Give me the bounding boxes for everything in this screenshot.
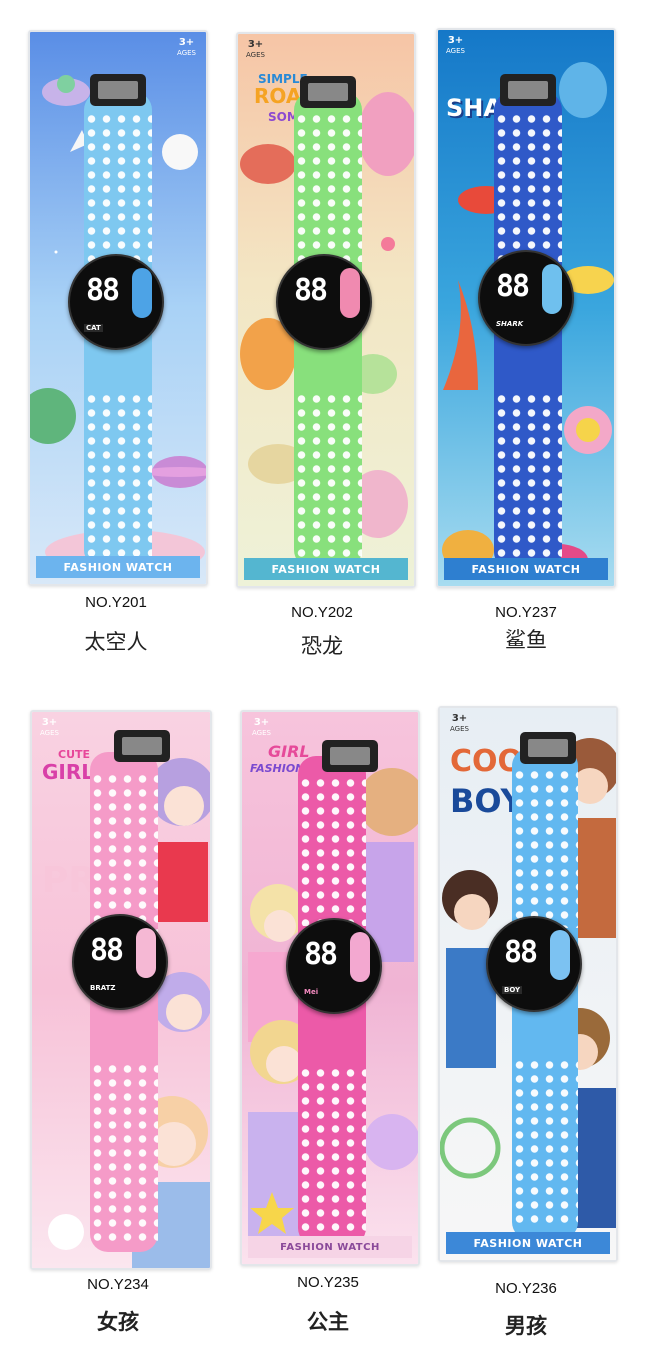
age-badge: 3+ AGES (177, 37, 196, 58)
watch-digits: 88 (504, 935, 538, 970)
watch-buckle (520, 732, 576, 764)
product-name: 恐龙 (301, 634, 343, 658)
sea-creature-icon (559, 62, 607, 118)
watch-digits: 88 (304, 937, 338, 972)
age-badge: 3+ AGES (446, 35, 465, 56)
watch-face: 88 (276, 254, 372, 350)
product-card-y234[interactable]: PRE CUTE GIRL 3+ AGES 88 BRATZ (30, 710, 212, 1270)
product-name: 男孩 (505, 1314, 547, 1338)
bunny-icon (48, 1214, 84, 1250)
watch-face: 88 BRATZ (72, 914, 168, 1010)
product-card-y237[interactable]: SHARK 3+ AGES 88 SHARK FASHION WATCH (436, 28, 616, 588)
product-name: 女孩 (97, 1310, 139, 1334)
fashion-watch-banner: FASHION WATCH (444, 558, 608, 580)
watch-buckle (322, 740, 378, 772)
product-name: 太空人 (84, 630, 148, 654)
watch-digits: 88 (86, 273, 120, 308)
model-number: NO.Y202 (291, 604, 353, 621)
watch-digits: 88 (294, 273, 328, 308)
face-logo: CAT (84, 324, 103, 332)
face-logo: BRATZ (90, 984, 116, 992)
model-number: NO.Y237 (495, 604, 557, 621)
watch-buckle (500, 74, 556, 106)
product-card-y236[interactable]: COOL BOY 3+ AGES 88 BOY FASHION WATCH (438, 706, 618, 1262)
product-name: 鲨鱼 (505, 628, 547, 652)
watch-face: 88 SHARK (478, 250, 574, 346)
watch-digits: 88 (90, 933, 124, 968)
watch-face: 88 BOY (486, 916, 582, 1012)
fashion-watch-banner: FASHION WATCH (244, 558, 408, 580)
mushroom-icon (240, 144, 296, 184)
model-number: NO.Y235 (297, 1274, 359, 1291)
product-card-y202[interactable]: SIMPLE ROAR SOME 3+ AGES 88 FASHION WATCH (236, 32, 416, 588)
model-number: NO.Y234 (87, 1276, 149, 1293)
watch-face: 88 Mei (286, 918, 382, 1014)
product-card-y235[interactable]: GIRL FASHIONABLE 3+ AGES 88 Mei FASHION W… (240, 710, 420, 1266)
title-girl: GIRL (42, 760, 95, 784)
face-logo: Mei (304, 988, 319, 996)
watch-face: 88 CAT (68, 254, 164, 350)
age-badge: 3+ AGES (450, 713, 469, 734)
watch-buckle (90, 74, 146, 106)
age-badge: 3+ AGES (40, 717, 59, 738)
title-girl: GIRL (268, 742, 310, 761)
face-logo: BOY (502, 986, 523, 994)
product-card-y201[interactable]: 3+ AGES 88 CAT FASHION WATCH (28, 30, 208, 586)
age-badge: 3+ AGES (246, 39, 265, 60)
astronaut-icon (162, 134, 198, 170)
fashion-watch-banner: FASHION WATCH (446, 1232, 610, 1254)
fashion-watch-banner: FASHION WATCH (248, 1236, 412, 1258)
model-number: NO.Y236 (495, 1280, 557, 1297)
watch-buckle (300, 76, 356, 108)
fashion-watch-banner: FASHION WATCH (36, 556, 200, 578)
age-badge: 3+ AGES (252, 717, 271, 738)
product-name: 公主 (307, 1310, 349, 1334)
face-logo: SHARK (496, 320, 524, 328)
watch-digits: 88 (496, 269, 530, 304)
model-number: NO.Y201 (85, 594, 147, 611)
watch-buckle (114, 730, 170, 762)
